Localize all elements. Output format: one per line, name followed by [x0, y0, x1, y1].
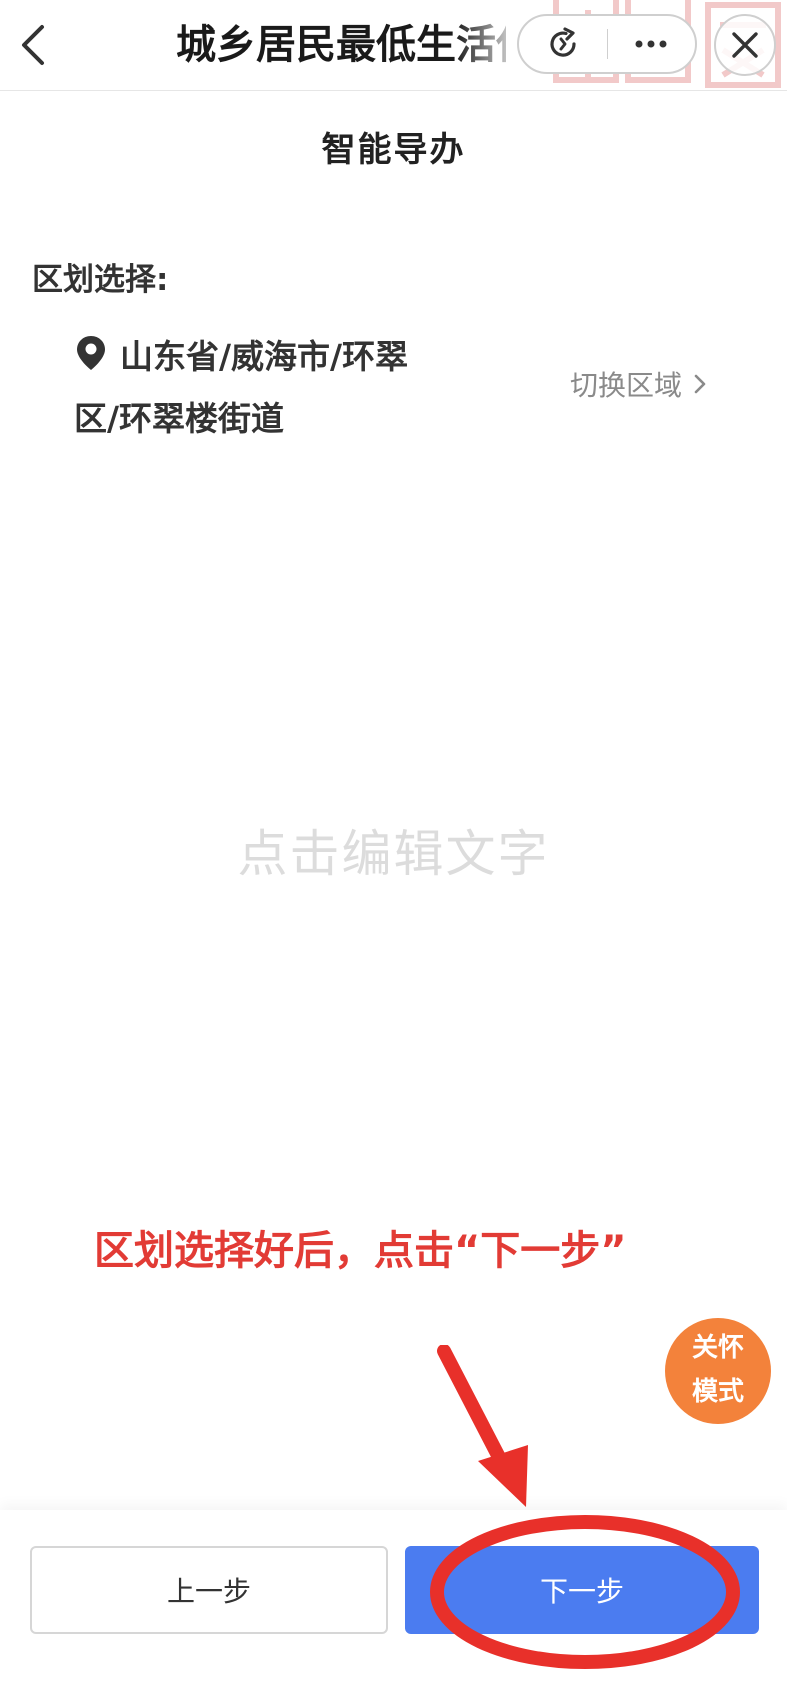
- title-fade: [455, 14, 525, 78]
- care-mode-line-1: 关怀: [691, 1333, 744, 1363]
- section-title: 智能导办: [321, 130, 466, 170]
- red-arrow-annotation: [437, 1345, 528, 1507]
- selected-location: 山东省/威海市/环翠 区/环翠楼街道: [74, 326, 494, 450]
- close-icon: [732, 32, 758, 58]
- care-mode-line-2: 模式: [691, 1377, 744, 1407]
- location-line-1: 山东省/威海市/环翠: [74, 326, 494, 388]
- location-text-1: 山东省/威海市/环翠: [120, 337, 409, 376]
- editable-text-placeholder[interactable]: 点击编辑文字: [0, 814, 787, 886]
- top-bar: 城乡居民最低生活保障: [0, 0, 787, 91]
- switch-region-label: 切换区域: [570, 369, 683, 402]
- mini-program-capsule: [517, 14, 697, 74]
- chevron-right-icon: [694, 374, 706, 394]
- region-label: 区划选择:: [32, 262, 169, 298]
- back-button[interactable]: [10, 20, 56, 70]
- more-dots-icon: [635, 40, 667, 48]
- switch-region-link[interactable]: 切换区域: [570, 364, 706, 404]
- care-mode-button[interactable]: 关怀 模式: [665, 1318, 771, 1424]
- refresh-icon: [550, 27, 576, 57]
- location-pin-icon: [77, 336, 105, 370]
- close-button[interactable]: [714, 14, 776, 76]
- previous-step-button[interactable]: 上一步: [30, 1546, 388, 1634]
- location-text-2: 区/环翠楼街道: [74, 399, 285, 438]
- refresh-button[interactable]: [519, 16, 607, 72]
- instruction-annotation: 区划选择好后，点击“下一步”: [94, 1228, 627, 1274]
- chevron-left-icon: [22, 25, 44, 65]
- more-button[interactable]: [608, 16, 696, 72]
- next-step-button[interactable]: 下一步: [405, 1546, 759, 1634]
